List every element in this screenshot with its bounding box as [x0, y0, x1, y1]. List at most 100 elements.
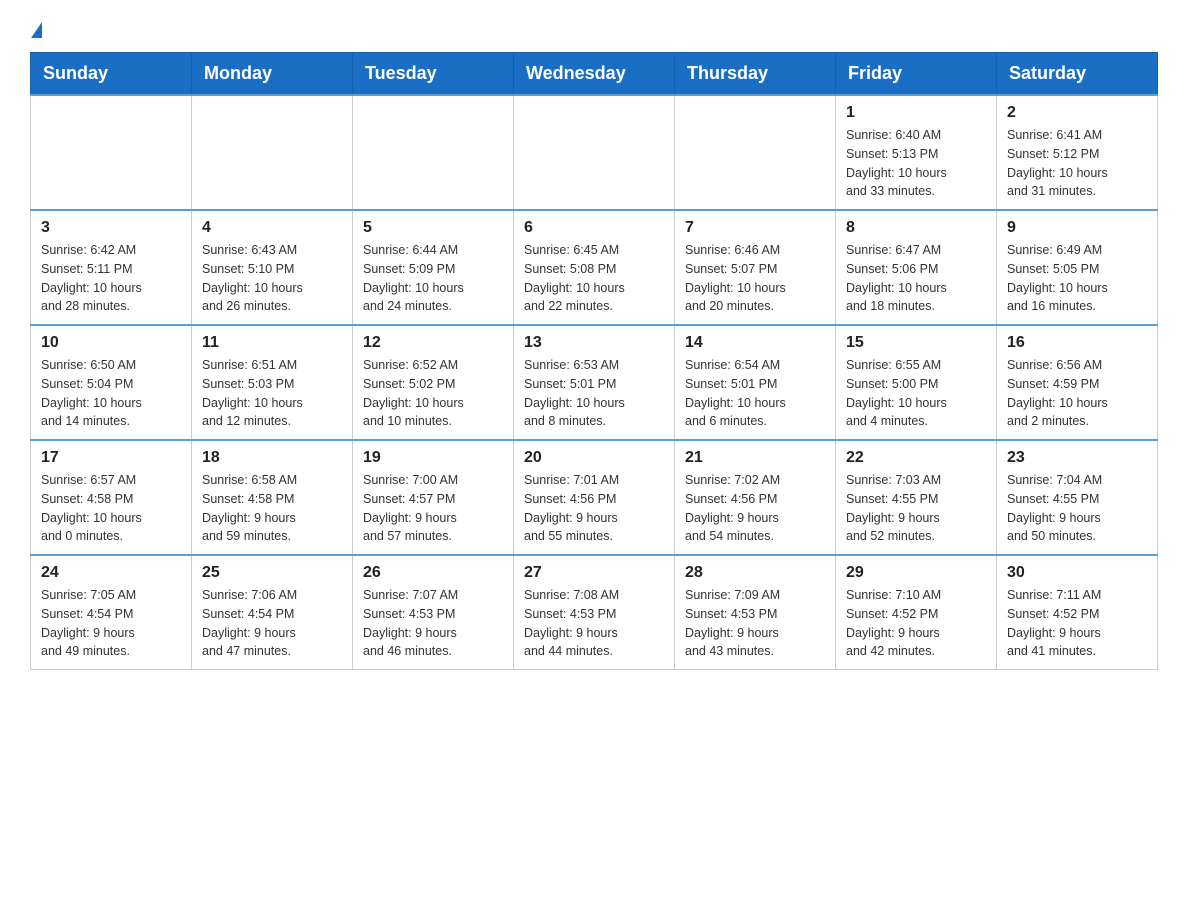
day-number: 26: [363, 564, 503, 582]
calendar-cell: [192, 95, 353, 210]
day-number: 15: [846, 334, 986, 352]
day-number: 6: [524, 219, 664, 237]
day-info: Sunrise: 6:43 AM Sunset: 5:10 PM Dayligh…: [202, 241, 342, 316]
weekday-header-sunday: Sunday: [31, 53, 192, 96]
day-number: 13: [524, 334, 664, 352]
calendar-cell: 29 Sunrise: 7:10 AM Sunset: 4:52 PM Dayli…: [836, 555, 997, 670]
calendar-cell: 11 Sunrise: 6:51 AM Sunset: 5:03 PM Dayli…: [192, 325, 353, 440]
day-number: 19: [363, 449, 503, 467]
day-number: 29: [846, 564, 986, 582]
day-number: 10: [41, 334, 181, 352]
day-info: Sunrise: 7:04 AM Sunset: 4:55 PM Dayligh…: [1007, 471, 1147, 546]
weekday-header-thursday: Thursday: [675, 53, 836, 96]
day-number: 24: [41, 564, 181, 582]
day-info: Sunrise: 7:08 AM Sunset: 4:53 PM Dayligh…: [524, 586, 664, 661]
page-header: [30, 20, 1158, 36]
logo-arrow-icon: [31, 22, 42, 38]
day-number: 14: [685, 334, 825, 352]
logo: [30, 20, 42, 36]
calendar-cell: 10 Sunrise: 6:50 AM Sunset: 5:04 PM Dayli…: [31, 325, 192, 440]
day-info: Sunrise: 7:06 AM Sunset: 4:54 PM Dayligh…: [202, 586, 342, 661]
calendar-cell: 12 Sunrise: 6:52 AM Sunset: 5:02 PM Dayli…: [353, 325, 514, 440]
day-info: Sunrise: 6:40 AM Sunset: 5:13 PM Dayligh…: [846, 126, 986, 201]
day-number: 23: [1007, 449, 1147, 467]
day-info: Sunrise: 7:01 AM Sunset: 4:56 PM Dayligh…: [524, 471, 664, 546]
calendar-cell: [514, 95, 675, 210]
day-info: Sunrise: 6:54 AM Sunset: 5:01 PM Dayligh…: [685, 356, 825, 431]
weekday-header-tuesday: Tuesday: [353, 53, 514, 96]
day-info: Sunrise: 6:55 AM Sunset: 5:00 PM Dayligh…: [846, 356, 986, 431]
day-number: 20: [524, 449, 664, 467]
day-info: Sunrise: 7:03 AM Sunset: 4:55 PM Dayligh…: [846, 471, 986, 546]
calendar-cell: [675, 95, 836, 210]
day-number: 1: [846, 104, 986, 122]
day-number: 30: [1007, 564, 1147, 582]
calendar-cell: 28 Sunrise: 7:09 AM Sunset: 4:53 PM Dayli…: [675, 555, 836, 670]
calendar-table: SundayMondayTuesdayWednesdayThursdayFrid…: [30, 52, 1158, 670]
calendar-cell: 6 Sunrise: 6:45 AM Sunset: 5:08 PM Daylig…: [514, 210, 675, 325]
day-info: Sunrise: 7:09 AM Sunset: 4:53 PM Dayligh…: [685, 586, 825, 661]
calendar-cell: 22Sunrise: 7:03 AM Sunset: 4:55 PM Dayli…: [836, 440, 997, 555]
calendar-cell: 18 Sunrise: 6:58 AM Sunset: 4:58 PM Dayli…: [192, 440, 353, 555]
day-info: Sunrise: 6:53 AM Sunset: 5:01 PM Dayligh…: [524, 356, 664, 431]
calendar-cell: [31, 95, 192, 210]
calendar-cell: 14 Sunrise: 6:54 AM Sunset: 5:01 PM Dayli…: [675, 325, 836, 440]
calendar-cell: 16 Sunrise: 6:56 AM Sunset: 4:59 PM Dayli…: [997, 325, 1158, 440]
day-info: Sunrise: 6:49 AM Sunset: 5:05 PM Dayligh…: [1007, 241, 1147, 316]
day-info: Sunrise: 6:51 AM Sunset: 5:03 PM Dayligh…: [202, 356, 342, 431]
calendar-cell: 27Sunrise: 7:08 AM Sunset: 4:53 PM Dayli…: [514, 555, 675, 670]
day-number: 5: [363, 219, 503, 237]
weekday-header-monday: Monday: [192, 53, 353, 96]
day-number: 28: [685, 564, 825, 582]
day-info: Sunrise: 7:02 AM Sunset: 4:56 PM Dayligh…: [685, 471, 825, 546]
day-info: Sunrise: 7:05 AM Sunset: 4:54 PM Dayligh…: [41, 586, 181, 661]
day-info: Sunrise: 6:42 AM Sunset: 5:11 PM Dayligh…: [41, 241, 181, 316]
day-number: 4: [202, 219, 342, 237]
day-info: Sunrise: 6:57 AM Sunset: 4:58 PM Dayligh…: [41, 471, 181, 546]
day-number: 18: [202, 449, 342, 467]
calendar-cell: 30 Sunrise: 7:11 AM Sunset: 4:52 PM Dayli…: [997, 555, 1158, 670]
calendar-cell: 24 Sunrise: 7:05 AM Sunset: 4:54 PM Dayli…: [31, 555, 192, 670]
day-number: 9: [1007, 219, 1147, 237]
day-number: 3: [41, 219, 181, 237]
calendar-cell: 17 Sunrise: 6:57 AM Sunset: 4:58 PM Dayli…: [31, 440, 192, 555]
day-info: Sunrise: 6:50 AM Sunset: 5:04 PM Dayligh…: [41, 356, 181, 431]
calendar-cell: 25 Sunrise: 7:06 AM Sunset: 4:54 PM Dayli…: [192, 555, 353, 670]
day-info: Sunrise: 6:56 AM Sunset: 4:59 PM Dayligh…: [1007, 356, 1147, 431]
day-info: Sunrise: 6:46 AM Sunset: 5:07 PM Dayligh…: [685, 241, 825, 316]
day-info: Sunrise: 6:44 AM Sunset: 5:09 PM Dayligh…: [363, 241, 503, 316]
calendar-cell: 3 Sunrise: 6:42 AM Sunset: 5:11 PM Daylig…: [31, 210, 192, 325]
day-info: Sunrise: 7:07 AM Sunset: 4:53 PM Dayligh…: [363, 586, 503, 661]
calendar-cell: 8Sunrise: 6:47 AM Sunset: 5:06 PM Daylig…: [836, 210, 997, 325]
day-number: 25: [202, 564, 342, 582]
day-info: Sunrise: 6:47 AM Sunset: 5:06 PM Dayligh…: [846, 241, 986, 316]
day-number: 11: [202, 334, 342, 352]
calendar-cell: 21 Sunrise: 7:02 AM Sunset: 4:56 PM Dayli…: [675, 440, 836, 555]
calendar-week-5: 24 Sunrise: 7:05 AM Sunset: 4:54 PM Dayli…: [31, 555, 1158, 670]
day-info: Sunrise: 7:00 AM Sunset: 4:57 PM Dayligh…: [363, 471, 503, 546]
day-info: Sunrise: 6:41 AM Sunset: 5:12 PM Dayligh…: [1007, 126, 1147, 201]
day-info: Sunrise: 6:45 AM Sunset: 5:08 PM Dayligh…: [524, 241, 664, 316]
day-number: 2: [1007, 104, 1147, 122]
day-info: Sunrise: 6:52 AM Sunset: 5:02 PM Dayligh…: [363, 356, 503, 431]
weekday-header-friday: Friday: [836, 53, 997, 96]
day-info: Sunrise: 6:58 AM Sunset: 4:58 PM Dayligh…: [202, 471, 342, 546]
day-number: 21: [685, 449, 825, 467]
calendar-week-2: 3 Sunrise: 6:42 AM Sunset: 5:11 PM Daylig…: [31, 210, 1158, 325]
day-info: Sunrise: 7:11 AM Sunset: 4:52 PM Dayligh…: [1007, 586, 1147, 661]
day-number: 16: [1007, 334, 1147, 352]
calendar-cell: 4 Sunrise: 6:43 AM Sunset: 5:10 PM Daylig…: [192, 210, 353, 325]
calendar-cell: 20 Sunrise: 7:01 AM Sunset: 4:56 PM Dayli…: [514, 440, 675, 555]
calendar-week-4: 17 Sunrise: 6:57 AM Sunset: 4:58 PM Dayli…: [31, 440, 1158, 555]
calendar-cell: 13 Sunrise: 6:53 AM Sunset: 5:01 PM Dayli…: [514, 325, 675, 440]
day-info: Sunrise: 7:10 AM Sunset: 4:52 PM Dayligh…: [846, 586, 986, 661]
calendar-cell: 2 Sunrise: 6:41 AM Sunset: 5:12 PM Daylig…: [997, 95, 1158, 210]
calendar-cell: 9 Sunrise: 6:49 AM Sunset: 5:05 PM Daylig…: [997, 210, 1158, 325]
day-number: 12: [363, 334, 503, 352]
day-number: 7: [685, 219, 825, 237]
calendar-week-3: 10 Sunrise: 6:50 AM Sunset: 5:04 PM Dayli…: [31, 325, 1158, 440]
day-number: 17: [41, 449, 181, 467]
calendar-cell: [353, 95, 514, 210]
weekday-header-row: SundayMondayTuesdayWednesdayThursdayFrid…: [31, 53, 1158, 96]
calendar-cell: 15 Sunrise: 6:55 AM Sunset: 5:00 PM Dayli…: [836, 325, 997, 440]
